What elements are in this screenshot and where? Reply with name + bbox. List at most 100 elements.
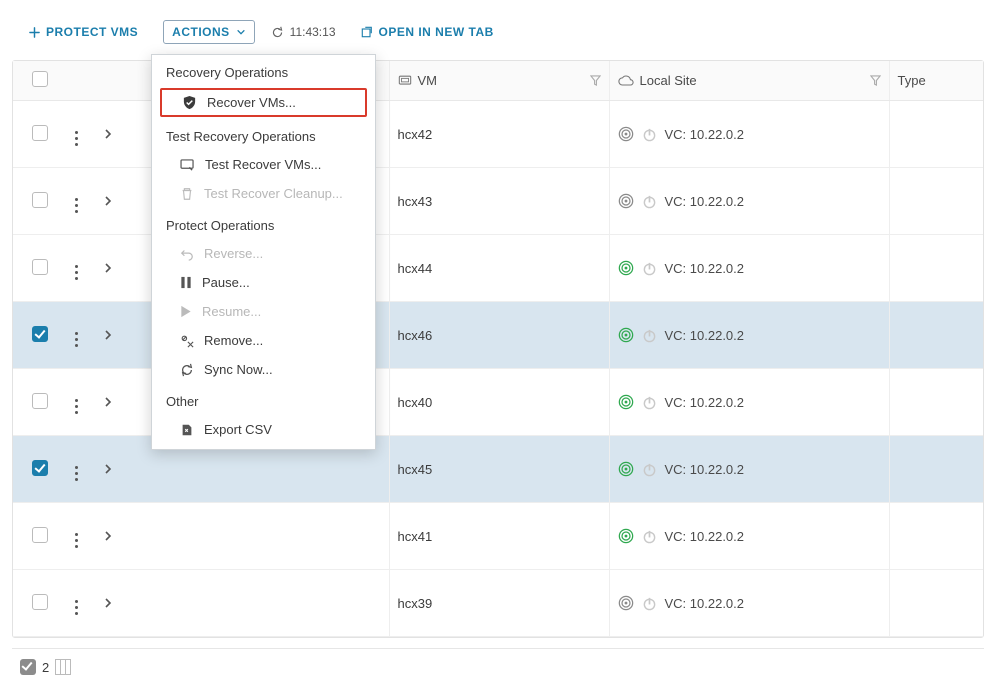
site-text: VC: 10.22.0.2 <box>665 529 745 544</box>
data-table-container: Recovery Operations Recover VMs... Test … <box>12 60 984 638</box>
refresh-time[interactable]: 11:43:13 <box>271 25 336 39</box>
power-icon <box>642 529 657 544</box>
menu-item-test-recover[interactable]: Test Recover VMs... <box>152 150 375 179</box>
menu-item-label: Recover VMs... <box>207 95 296 110</box>
external-link-icon <box>361 26 373 38</box>
undo-icon <box>180 247 194 261</box>
expand-row-button[interactable] <box>103 580 121 626</box>
row-checkbox[interactable] <box>32 125 48 141</box>
menu-item-label: Pause... <box>202 275 250 290</box>
site-text: VC: 10.22.0.2 <box>665 328 745 343</box>
table-row[interactable]: hcx41VC: 10.22.0.2 <box>13 503 983 570</box>
column-header-site[interactable]: Local Site <box>640 73 697 88</box>
menu-item-reverse: Reverse... <box>152 239 375 268</box>
menu-item-label: Remove... <box>204 333 263 348</box>
expand-row-button[interactable] <box>103 446 121 492</box>
expand-row-button[interactable] <box>103 178 121 224</box>
chevron-right-icon <box>103 597 113 609</box>
time-text: 11:43:13 <box>290 25 336 39</box>
row-checkbox[interactable] <box>32 326 48 342</box>
protect-vms-button[interactable]: PROTECT VMS <box>20 20 147 44</box>
row-checkbox[interactable] <box>32 393 48 409</box>
vm-name: hcx39 <box>398 596 433 611</box>
power-icon <box>642 194 657 209</box>
vm-name: hcx46 <box>398 328 433 343</box>
row-checkbox[interactable] <box>32 192 48 208</box>
menu-item-label: Resume... <box>202 304 261 319</box>
table-row[interactable]: hcx39 VC: 10.22.0.2 <box>13 570 983 637</box>
expand-row-button[interactable] <box>103 111 121 157</box>
shield-check-icon <box>182 95 197 110</box>
status-icon <box>618 528 634 544</box>
chevron-right-icon <box>103 530 113 542</box>
menu-item-label: Test Recover Cleanup... <box>204 186 343 201</box>
row-checkbox[interactable] <box>32 594 48 610</box>
column-picker-button[interactable] <box>55 659 71 675</box>
expand-row-button[interactable] <box>103 379 121 425</box>
protect-vms-label: PROTECT VMS <box>46 25 138 39</box>
menu-item-remove[interactable]: Remove... <box>152 326 375 355</box>
menu-item-test-cleanup: Test Recover Cleanup... <box>152 179 375 208</box>
column-header-type[interactable]: Type <box>898 73 926 88</box>
site-text: VC: 10.22.0.2 <box>665 395 745 410</box>
actions-label: ACTIONS <box>172 25 230 39</box>
menu-item-pause[interactable]: Pause... <box>152 268 375 297</box>
row-actions-menu[interactable] <box>69 265 84 280</box>
status-icon <box>618 193 634 209</box>
menu-item-label: Sync Now... <box>204 362 273 377</box>
status-icon <box>618 126 634 142</box>
row-actions-menu[interactable] <box>69 332 84 347</box>
chevron-right-icon <box>103 128 113 140</box>
vm-icon <box>398 74 412 88</box>
row-actions-menu[interactable] <box>69 466 84 481</box>
power-icon <box>642 127 657 142</box>
expand-row-button[interactable] <box>103 312 121 358</box>
menu-item-label: Export CSV <box>204 422 272 437</box>
vm-name: hcx42 <box>398 127 433 142</box>
power-icon <box>642 462 657 477</box>
row-actions-menu[interactable] <box>69 600 84 615</box>
menu-item-sync[interactable]: Sync Now... <box>152 355 375 384</box>
menu-item-recover-vms[interactable]: Recover VMs... <box>160 88 367 117</box>
expand-row-button[interactable] <box>103 245 121 291</box>
status-icon <box>618 327 634 343</box>
expand-row-button[interactable] <box>103 513 121 559</box>
row-checkbox[interactable] <box>32 460 48 476</box>
chevron-right-icon <box>103 195 113 207</box>
row-actions-menu[interactable] <box>69 399 84 414</box>
refresh-icon <box>271 26 284 39</box>
site-text: VC: 10.22.0.2 <box>665 596 745 611</box>
column-header-vm[interactable]: VM <box>418 73 438 88</box>
actions-button[interactable]: ACTIONS <box>163 20 255 44</box>
vm-name: hcx45 <box>398 462 433 477</box>
sync-icon <box>180 363 194 377</box>
site-text: VC: 10.22.0.2 <box>665 462 745 477</box>
row-actions-menu[interactable] <box>69 533 84 548</box>
trash-icon <box>180 187 194 201</box>
site-text: VC: 10.22.0.2 <box>665 261 745 276</box>
vm-name: hcx44 <box>398 261 433 276</box>
chevron-down-icon <box>236 27 246 37</box>
row-actions-menu[interactable] <box>69 198 84 213</box>
vm-name: hcx43 <box>398 194 433 209</box>
menu-section-test: Test Recovery Operations <box>152 119 375 150</box>
filter-icon[interactable] <box>870 75 881 86</box>
filter-icon[interactable] <box>590 75 601 86</box>
pause-icon <box>180 276 192 289</box>
chevron-right-icon <box>103 396 113 408</box>
menu-item-label: Test Recover VMs... <box>205 157 321 172</box>
footer-bar: 2 <box>12 648 984 679</box>
row-checkbox[interactable] <box>32 527 48 543</box>
row-checkbox[interactable] <box>32 259 48 275</box>
menu-item-export-csv[interactable]: Export CSV <box>152 415 375 449</box>
open-new-tab-button[interactable]: OPEN IN NEW TAB <box>352 20 503 44</box>
site-text: VC: 10.22.0.2 <box>665 194 745 209</box>
select-all-checkbox[interactable] <box>32 71 48 87</box>
menu-item-resume: Resume... <box>152 297 375 326</box>
row-actions-menu[interactable] <box>69 131 84 146</box>
selection-indicator-icon <box>20 659 36 675</box>
menu-section-recovery: Recovery Operations <box>152 55 375 86</box>
remove-icon <box>180 334 194 348</box>
toolbar: PROTECT VMS ACTIONS 11:43:13 OPEN IN NEW… <box>0 10 996 60</box>
open-new-tab-label: OPEN IN NEW TAB <box>379 25 494 39</box>
